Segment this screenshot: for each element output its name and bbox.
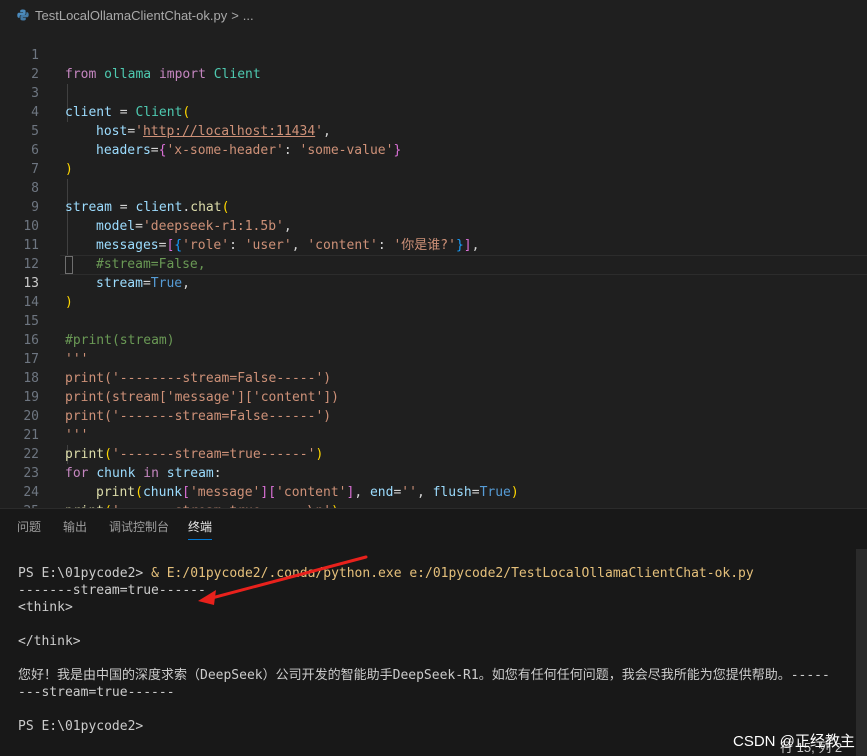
terminal-line: ---stream=true------ [18,685,175,700]
code-line: 4 host='http://localhost:11434', [0,84,867,139]
terminal-output[interactable]: PS E:\01pycode2> & E:/01pycode2/.conda/p… [18,565,830,735]
tab-terminal[interactable]: 终端 [188,518,213,540]
code-line: 18 print(stream['message']['content']) [0,350,867,405]
code-line: 14 [0,274,867,310]
breadcrumb-file-label: TestLocalOllamaClientChat-ok.py [35,8,228,23]
code-line: 15 #print(stream) [0,293,867,348]
python-file-icon [17,9,29,21]
breadcrumb-file[interactable]: TestLocalOllamaClientChat-ok.py >... [35,8,254,23]
code-line: 1 from ollama import Client [0,27,867,82]
code-line: 11 #stream=False, [0,217,867,272]
terminal-scrollbar[interactable] [856,549,867,756]
tab-debug-console[interactable]: 调试控制台 [109,518,169,535]
code-line: 16 ''' [0,312,867,367]
code-line: 5 headers={'x-some-header': 'some-value'… [0,103,867,158]
watermark: CSDN @正经教主 [733,733,855,750]
terminal-line: <think> [18,600,73,615]
code-line: 10 messages=[{'role': 'user', 'content':… [0,198,867,253]
terminal-line: </think> [18,634,81,649]
annotation-arrow [198,555,368,605]
breadcrumb-separator: > [231,8,239,23]
terminal-prompt: PS E:\01pycode2> [18,719,144,734]
panel-tabs: 问题 输出 调试控制台 终端 [0,509,867,541]
code-line: 22 for chunk in stream: [0,426,867,481]
bottom-panel: 问题 输出 调试控制台 终端 PS E:\01pycode2> & E:/01p… [0,508,867,756]
code-line: 23 print(chunk['message']['content'], en… [0,445,867,500]
code-line: 17 print('--------stream=False-----') [0,331,867,386]
breadcrumb: TestLocalOllamaClientChat-ok.py >... [0,0,867,30]
code-line: 24 print('-------stream=true------\n') [0,464,867,519]
code-line: 20 ''' [0,388,867,443]
terminal-line: 您好！我是由中国的深度求索（DeepSeek）公司开发的智能助手DeepSeek… [18,668,830,683]
code-line: 7 [0,141,867,177]
code-line: 8 stream = client.chat( [0,160,867,215]
tab-output[interactable]: 输出 [63,518,87,535]
code-line: 21 print('-------stream=true------') [0,407,867,462]
terminal-line: -------stream=true------ [18,583,206,598]
breadcrumb-more[interactable]: ... [243,8,254,23]
code-editor[interactable]: 1 from ollama import Client 2 3 client =… [0,27,867,519]
code-line: 9 model='deepseek-r1:1.5b', [0,179,867,234]
code-line: 19 print('-------stream=False------') [0,369,867,424]
tab-problems[interactable]: 问题 [17,518,41,535]
terminal-prompt: PS E:\01pycode2> [18,566,152,581]
code-line: 25 [0,483,867,519]
code-line: 2 [0,46,867,82]
code-line: 3 client = Client( [0,65,867,120]
code-line: 12 stream=True, [0,236,867,291]
code-line: 6 ) [0,122,867,177]
code-line-active: 13 ) [0,255,867,310]
